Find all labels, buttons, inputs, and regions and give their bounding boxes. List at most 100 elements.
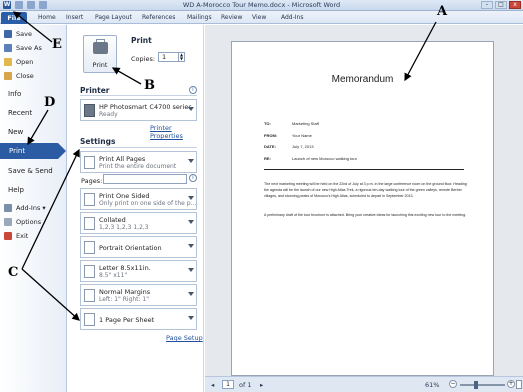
zoom-to-page-icon[interactable] bbox=[516, 380, 522, 389]
print-button-label: Print bbox=[92, 61, 108, 69]
nav-recent[interactable]: Recent bbox=[8, 109, 32, 117]
nav-exit[interactable]: Exit bbox=[4, 232, 28, 240]
maximize-button[interactable]: □ bbox=[495, 1, 507, 9]
paper-size-title: Letter 8.5x11in. bbox=[99, 264, 151, 272]
printer-info-icon[interactable]: i bbox=[189, 86, 197, 94]
nav-close[interactable]: Close bbox=[4, 72, 34, 80]
memo-title: Memorandum bbox=[331, 74, 394, 85]
pages-per-sheet-dropdown[interactable]: 1 Page Per Sheet bbox=[80, 308, 197, 330]
nav-open-label: Open bbox=[16, 58, 34, 66]
page-total: of 1 bbox=[239, 381, 252, 389]
memo-field-to: TO: Marketing Staff bbox=[264, 121, 319, 126]
callout-d: D bbox=[44, 95, 56, 110]
tab-file[interactable]: File bbox=[1, 12, 27, 24]
tab-review[interactable]: Review bbox=[221, 14, 242, 21]
print-range-dropdown[interactable]: Print All Pages Print the entire documen… bbox=[80, 151, 197, 173]
window-controls: - □ x bbox=[481, 1, 521, 9]
orientation-title: Portrait Orientation bbox=[99, 244, 162, 252]
nav-options-label: Options bbox=[16, 218, 42, 226]
previous-page-icon[interactable]: ◂ bbox=[211, 381, 214, 389]
pages-label: Pages: bbox=[81, 177, 103, 185]
chevron-down-icon bbox=[188, 244, 194, 248]
tab-home[interactable]: Home bbox=[38, 14, 56, 21]
collated-icon bbox=[84, 217, 95, 230]
zoom-out-button[interactable]: − bbox=[449, 380, 457, 388]
chevron-down-icon bbox=[188, 107, 194, 111]
memo-field-re: RE: Launch of new Morocco walking tour bbox=[264, 156, 357, 161]
portrait-icon bbox=[84, 241, 95, 254]
printer-heading: Printer bbox=[80, 86, 110, 95]
zoom-level[interactable]: 61% bbox=[425, 381, 439, 389]
nav-new[interactable]: New bbox=[8, 128, 23, 136]
tab-add-ins[interactable]: Add-Ins bbox=[281, 14, 303, 21]
nav-print[interactable]: Print bbox=[0, 143, 66, 159]
margins-dropdown[interactable]: Normal Margins Left: 1" Right: 1" bbox=[80, 284, 197, 306]
close-button[interactable]: x bbox=[509, 1, 521, 9]
memo-divider bbox=[264, 169, 464, 170]
memo-field-date: DATE: July 7, 2013 bbox=[264, 144, 314, 149]
tab-mailings[interactable]: Mailings bbox=[187, 14, 212, 21]
nav-help[interactable]: Help bbox=[8, 186, 24, 194]
pages-info-icon[interactable]: i bbox=[189, 174, 197, 182]
nav-info[interactable]: Info bbox=[8, 90, 21, 98]
next-page-icon[interactable]: ▸ bbox=[260, 381, 263, 389]
paper-size-dropdown[interactable]: Letter 8.5x11in. 8.5" x11" bbox=[80, 260, 197, 282]
print-range-title: Print All Pages bbox=[99, 155, 146, 163]
nav-add-ins-label: Add-Ins ▾ bbox=[16, 204, 46, 212]
chevron-down-icon bbox=[188, 292, 194, 296]
sides-dropdown[interactable]: Print One Sided Only print on one side o… bbox=[80, 188, 197, 210]
current-page-input[interactable]: 1 bbox=[222, 380, 234, 389]
backstage-nav: Save Save As Open Close Info Recent New … bbox=[0, 25, 67, 392]
tab-view[interactable]: View bbox=[252, 14, 266, 21]
save-icon bbox=[4, 30, 12, 38]
nav-add-ins[interactable]: Add-Ins ▾ bbox=[4, 204, 46, 212]
status-bar: ◂ 1 of 1 ▸ 61% − + bbox=[205, 376, 523, 392]
chevron-down-icon bbox=[188, 316, 194, 320]
folder-open-icon bbox=[4, 58, 12, 66]
print-button[interactable]: Print bbox=[83, 35, 117, 73]
sides-title: Print One Sided bbox=[99, 192, 150, 200]
print-settings-panel: Print Print Copies: 1 ▲ ▼ Printer i HP Ph… bbox=[68, 25, 204, 392]
tab-insert[interactable]: Insert bbox=[66, 14, 83, 21]
add-ins-icon bbox=[4, 204, 12, 212]
collation-sub: 1,2,3 1,2,3 1,2,3 bbox=[99, 224, 149, 231]
tab-page-layout[interactable]: Page Layout bbox=[95, 14, 132, 21]
zoom-in-button[interactable]: + bbox=[507, 380, 515, 388]
zoom-slider[interactable] bbox=[460, 381, 505, 389]
printer-status: Ready bbox=[99, 111, 118, 118]
page-setup-link[interactable]: Page Setup bbox=[166, 334, 203, 342]
copies-spinner[interactable]: ▲ ▼ bbox=[179, 52, 185, 62]
divider bbox=[80, 147, 197, 148]
zoom-slider-thumb[interactable] bbox=[474, 381, 478, 389]
nav-options[interactable]: Options bbox=[4, 218, 41, 226]
printer-properties-link[interactable]: Printer Properties bbox=[150, 124, 203, 140]
copies-input[interactable]: 1 bbox=[158, 52, 179, 62]
printer-dropdown[interactable]: HP Photosmart C4700 series Ready bbox=[80, 99, 197, 121]
minimize-button[interactable]: - bbox=[481, 1, 493, 9]
chevron-down-icon bbox=[188, 268, 194, 272]
chevron-down-icon bbox=[188, 196, 194, 200]
printer-name: HP Photosmart C4700 series bbox=[99, 103, 192, 111]
nav-exit-label: Exit bbox=[16, 232, 29, 240]
printer-icon bbox=[93, 42, 108, 54]
chevron-down-icon bbox=[188, 220, 194, 224]
margins-sub: Left: 1" Right: 1" bbox=[99, 296, 150, 303]
nav-save-as[interactable]: Save As bbox=[4, 44, 42, 52]
print-heading: Print bbox=[131, 36, 152, 45]
nav-save-send[interactable]: Save & Send bbox=[8, 167, 53, 175]
tab-references[interactable]: References bbox=[142, 14, 175, 21]
callout-c: C bbox=[8, 265, 19, 280]
margins-title: Normal Margins bbox=[99, 288, 151, 296]
preview-page: Memorandum TO: Marketing Staff FROM: Your … bbox=[231, 41, 494, 376]
nav-open[interactable]: Open bbox=[4, 58, 33, 66]
collation-dropdown[interactable]: Collated 1,2,3 1,2,3 1,2,3 bbox=[80, 212, 197, 234]
copies-label: Copies: bbox=[131, 55, 156, 63]
callout-a: A bbox=[437, 4, 448, 19]
pages-input[interactable] bbox=[103, 174, 187, 184]
nav-save[interactable]: Save bbox=[4, 30, 32, 38]
callout-e: E bbox=[52, 37, 62, 52]
pages-per-sheet-icon bbox=[84, 313, 95, 326]
divider bbox=[80, 95, 197, 96]
orientation-dropdown[interactable]: Portrait Orientation bbox=[80, 236, 197, 258]
nav-close-label: Close bbox=[16, 72, 34, 80]
